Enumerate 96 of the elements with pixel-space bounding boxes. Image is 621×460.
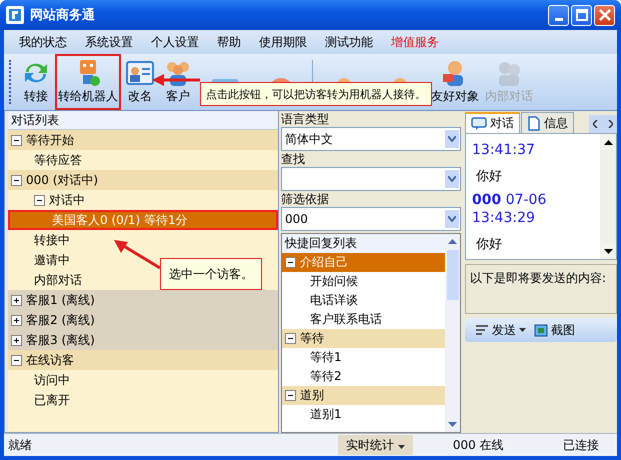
dropdown-field[interactable] [281, 167, 461, 191]
toolbar-button[interactable]: 转接 [17, 54, 55, 110]
collapse-icon[interactable] [285, 333, 296, 344]
tree-group[interactable]: 客服3 (离线) [8, 330, 278, 350]
field-label: 查找 [281, 151, 306, 167]
window-title: 网站商务通 [30, 6, 95, 24]
collapse-icon[interactable] [34, 194, 45, 206]
message-text: 你好 [475, 236, 503, 254]
scroll-up-icon[interactable] [604, 140, 612, 144]
collapse-icon[interactable] [11, 134, 22, 146]
tree-group[interactable]: 客服1 (离线) [8, 290, 278, 310]
reply-item[interactable]: 客户联系电话 [282, 310, 445, 329]
expand-icon[interactable] [11, 314, 22, 326]
tree-group[interactable]: 000 (对话中) [8, 170, 278, 190]
collapse-icon[interactable] [285, 257, 296, 268]
send-icon [475, 324, 489, 336]
tree-group[interactable]: 客服2 (离线) [8, 310, 278, 330]
tree-item[interactable]: 等待应答 [8, 150, 86, 170]
reply-group[interactable]: 等待 [282, 329, 445, 348]
maximize-icon [576, 9, 588, 21]
reply-item[interactable]: 电话详谈 [282, 291, 445, 310]
left-right-arrows-icon [593, 120, 613, 128]
scrollbar[interactable] [600, 134, 616, 259]
scroll-down-icon[interactable] [604, 248, 612, 254]
group-label: 等待开始 [26, 132, 74, 148]
contact-card-icon [124, 58, 156, 88]
dropdown-caret-icon [398, 444, 405, 448]
expand-icon[interactable] [11, 334, 22, 346]
hint-tooltip: 选中一个访客。 [160, 258, 262, 290]
toolbar-button[interactable]: 改名 [121, 54, 159, 110]
tree-item[interactable]: 邀请中 [8, 250, 74, 270]
toolbar-button[interactable]: 转给机器人 [55, 54, 121, 110]
tree-item[interactable]: 转接中 [8, 230, 74, 250]
close-button[interactable] [594, 4, 615, 26]
maximize-button[interactable] [571, 4, 592, 26]
tree-item[interactable]: 内部对话 [8, 270, 86, 290]
collapse-icon[interactable] [11, 354, 22, 366]
hint-tooltip: 点击此按钮，可以把访客转为用机器人接待。 [200, 82, 432, 106]
menu-item[interactable]: 个人设置 [142, 34, 208, 50]
screenshot-icon [534, 324, 548, 336]
menu-item[interactable]: 帮助 [208, 34, 250, 50]
tab[interactable]: 信息 [521, 112, 574, 133]
panel-header: 快捷回复列表 [282, 234, 445, 253]
connection-status: 已连接 [563, 436, 599, 454]
tree-item[interactable]: 访问中 [8, 370, 74, 390]
tree-item[interactable]: 对话中 [8, 190, 89, 210]
expand-icon[interactable] [11, 294, 22, 306]
tab[interactable]: 对话 [465, 112, 520, 133]
field-label: 语言类型 [281, 111, 330, 127]
group-label: 客服3 (离线) [26, 332, 95, 348]
chat-icon [471, 116, 487, 130]
menu-item[interactable]: 系统设置 [76, 34, 142, 50]
menu-item[interactable]: 使用期限 [250, 34, 316, 50]
group-label: 客服2 (离线) [26, 312, 95, 328]
dropdown-field[interactable]: 000 [281, 207, 461, 231]
document-icon [527, 116, 541, 130]
panel-header: 对话列表 [8, 111, 278, 130]
screenshot-button[interactable]: 截图 [532, 322, 577, 338]
minimize-button[interactable] [548, 4, 569, 26]
pointer-arrow [114, 240, 160, 270]
group-label: 在线访客 [26, 352, 74, 368]
send-button[interactable]: 发送 [473, 322, 528, 338]
menu-item[interactable]: 我的状态 [10, 34, 76, 50]
tree-group[interactable]: 在线访客 [8, 350, 278, 370]
message-header: 000 07-06 [472, 191, 548, 209]
tree-group[interactable]: 等待开始 [8, 130, 278, 150]
status-text: 就绪 [7, 436, 33, 454]
close-icon [598, 9, 610, 21]
reply-item[interactable]: 等待2 [282, 367, 445, 386]
collapse-icon[interactable] [285, 390, 296, 401]
reply-item[interactable]: 开始问候 [282, 272, 445, 291]
reply-group[interactable]: 道别 [282, 386, 445, 405]
dropdown-field[interactable]: 简体中文 [281, 127, 461, 151]
message-text: 你好 [475, 168, 503, 186]
group-label: 000 (对话中) [26, 172, 98, 188]
app-logo-icon [6, 6, 24, 24]
message-input[interactable]: 以下是即将要发送的内容: [465, 264, 617, 314]
scroll-thumb[interactable] [446, 250, 458, 300]
tree-item[interactable]: 已离开 [8, 390, 74, 410]
online-count: 000 在线 [452, 436, 504, 454]
pointer-arrow [152, 74, 200, 86]
tab-scroll-buttons[interactable] [589, 115, 617, 133]
message-time: 13:43:29 [472, 209, 536, 227]
menu-item[interactable]: 增值服务 [382, 34, 448, 50]
message-time: 13:41:37 [472, 141, 536, 159]
field-label: 筛选依据 [281, 191, 330, 207]
group-label: 客服1 (离线) [26, 292, 95, 308]
dropdown-caret-icon [519, 328, 526, 332]
collapse-icon[interactable] [11, 174, 22, 186]
stats-dropdown[interactable]: 实时统计 [338, 435, 413, 455]
reply-item[interactable]: 等待1 [282, 348, 445, 367]
scrollbar[interactable] [445, 234, 460, 432]
reply-item[interactable]: 道别1 [282, 405, 445, 424]
minimize-icon [554, 18, 562, 20]
menu-item[interactable]: 测试功能 [316, 34, 382, 50]
toolbar-grip[interactable] [9, 60, 14, 104]
